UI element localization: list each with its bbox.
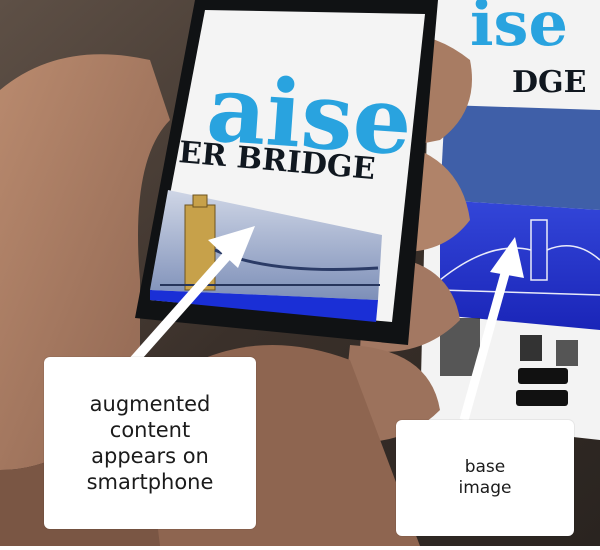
callout-base-text: base image bbox=[458, 456, 512, 498]
callout-base-image: base image bbox=[396, 420, 574, 536]
photo-scene: ise DGE aise ER BRIDGE augmented content… bbox=[0, 0, 600, 546]
callout-augmented-content: augmented content appears on smartphone bbox=[44, 357, 256, 529]
poster-subtitle: DGE bbox=[512, 65, 587, 100]
poster-headline: ise bbox=[470, 0, 568, 60]
callout-augmented-text: augmented content appears on smartphone bbox=[86, 391, 214, 495]
